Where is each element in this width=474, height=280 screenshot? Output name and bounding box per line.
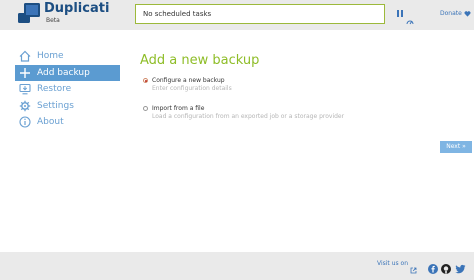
sidebar-item-about[interactable]: About bbox=[15, 114, 120, 130]
radio-import-file[interactable] bbox=[143, 106, 148, 111]
header: Duplicati Beta No scheduled tasks Donate bbox=[0, 0, 474, 30]
donate-label: Donate bbox=[440, 10, 462, 17]
sidebar-item-label: Settings bbox=[37, 100, 74, 111]
sidebar-item-label: Home bbox=[37, 51, 64, 61]
app-subtitle: Beta bbox=[46, 17, 60, 24]
app-name[interactable]: Duplicati bbox=[44, 1, 109, 16]
visit-us-label: Visit us on bbox=[377, 260, 409, 267]
option-label[interactable]: Import from a file bbox=[152, 105, 204, 112]
sidebar-item-home[interactable]: Home bbox=[15, 48, 120, 64]
page-title: Add a new backup bbox=[140, 53, 260, 68]
donate-link[interactable]: Donate bbox=[440, 10, 471, 17]
external-link-icon bbox=[410, 259, 417, 274]
info-icon bbox=[19, 116, 31, 128]
github-icon[interactable] bbox=[441, 259, 451, 274]
sidebar-item-settings[interactable]: Settings bbox=[15, 98, 120, 114]
status-box[interactable]: No scheduled tasks bbox=[135, 4, 385, 24]
status-text: No scheduled tasks bbox=[143, 10, 212, 18]
facebook-icon[interactable] bbox=[428, 259, 438, 274]
pause-icon[interactable] bbox=[397, 10, 404, 17]
footer: Visit us on bbox=[0, 252, 474, 280]
sidebar-nav: Home Add backup Restore Settings About bbox=[15, 48, 120, 131]
home-icon bbox=[19, 50, 31, 62]
radio-configure-new[interactable] bbox=[143, 78, 148, 83]
heart-icon bbox=[464, 10, 471, 17]
throttle-icon[interactable] bbox=[406, 10, 414, 25]
option-description: Load a configuration from an exported jo… bbox=[152, 113, 345, 120]
sidebar-item-label: Restore bbox=[37, 84, 72, 95]
duplicati-logo-icon[interactable] bbox=[17, 2, 41, 24]
sidebar-item-label: About bbox=[37, 117, 64, 128]
sidebar-item-restore[interactable]: Restore bbox=[15, 81, 120, 97]
sidebar-item-label: Add backup bbox=[37, 67, 90, 78]
next-button[interactable]: Next » bbox=[440, 141, 472, 153]
sidebar-item-add-backup[interactable]: Add backup bbox=[15, 64, 120, 81]
twitter-icon[interactable] bbox=[455, 259, 466, 274]
gear-icon bbox=[19, 100, 31, 112]
plus-icon bbox=[19, 67, 31, 79]
option-description: Enter configuration details bbox=[152, 85, 232, 92]
restore-icon bbox=[19, 83, 31, 95]
option-label[interactable]: Configure a new backup bbox=[152, 77, 225, 84]
